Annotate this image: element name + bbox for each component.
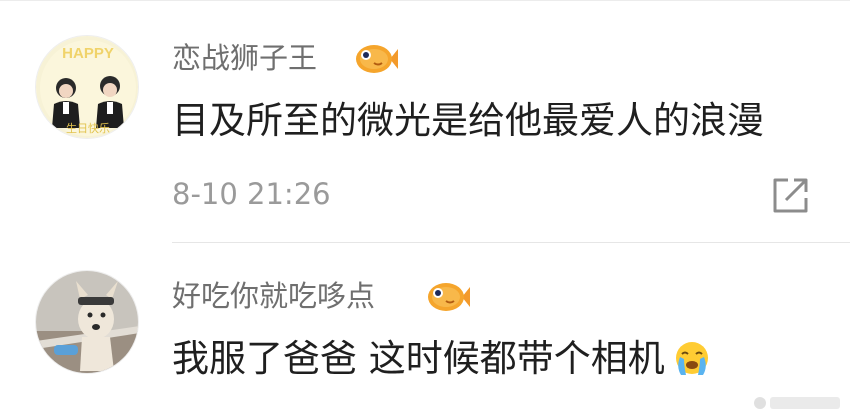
crying-emoji-icon	[675, 342, 708, 375]
username-1[interactable]: 恋战狮子王	[172, 40, 317, 76]
top-divider	[0, 0, 850, 1]
fish-badge-icon	[356, 45, 398, 73]
fish-badge-icon	[428, 283, 470, 311]
watermark	[754, 397, 840, 409]
timestamp-1: 8-10 21:26	[172, 177, 331, 211]
svg-text:生日快乐: 生日快乐	[66, 121, 110, 135]
svg-text:HAPPY: HAPPY	[62, 45, 114, 62]
avatar-user-2[interactable]	[35, 270, 139, 374]
share-icon[interactable]	[770, 176, 810, 216]
username-2[interactable]: 好吃你就吃哆点	[172, 278, 375, 314]
comment-text-1: 目及所至的微光是给他最爱人的浪漫	[172, 99, 764, 142]
comment-divider	[172, 242, 850, 243]
avatar-user-1[interactable]: HAPPY 生日快乐	[35, 35, 139, 139]
comment-text-2: 我服了爸爸 这时候都带个相机	[172, 337, 665, 380]
comment-text-2-wrapper: 我服了爸爸 这时候都带个相机	[172, 336, 712, 382]
